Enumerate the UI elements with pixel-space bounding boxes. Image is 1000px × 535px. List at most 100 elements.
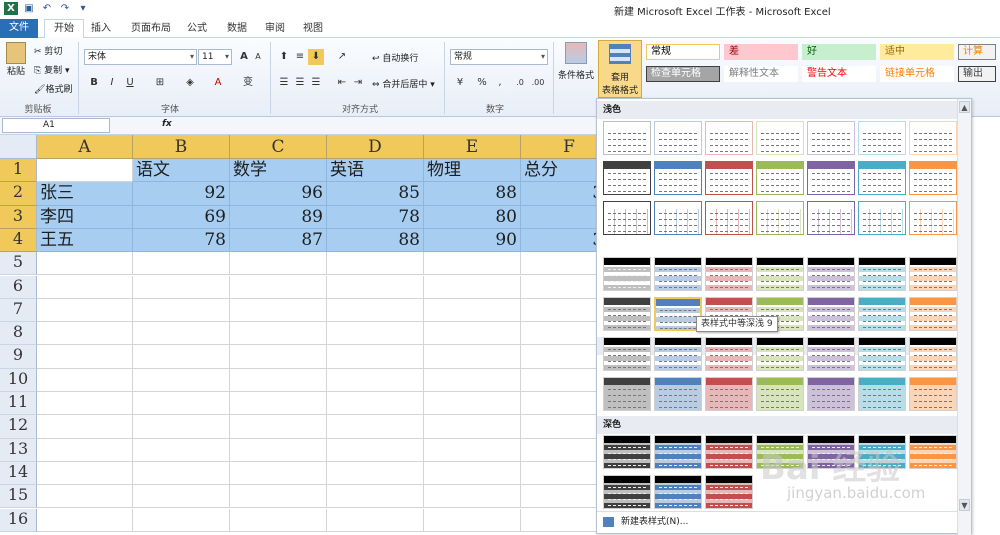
cell-a8[interactable] (37, 322, 133, 346)
cell-c3[interactable]: 89 (230, 205, 327, 229)
table-style-swatch[interactable] (807, 257, 855, 291)
row-header-10[interactable]: 10 (0, 368, 37, 392)
cell-a3[interactable]: 李四 (37, 205, 133, 229)
cell-b8[interactable] (133, 322, 230, 346)
table-style-swatch[interactable] (858, 337, 906, 371)
new-table-style-button[interactable]: 新建表样式(N)... (597, 511, 957, 533)
cell-style-6[interactable]: 解释性文本 (724, 66, 798, 82)
bold-button[interactable]: B (86, 75, 102, 91)
align-right-icon[interactable]: ☰ (308, 75, 324, 91)
cell-a14[interactable] (37, 461, 133, 486)
tab-view[interactable]: 视图 (294, 20, 332, 38)
cell-c6[interactable] (230, 275, 327, 299)
table-style-swatch[interactable] (858, 297, 906, 331)
cell-b7[interactable] (133, 298, 230, 323)
cell-style-7[interactable]: 警告文本 (802, 66, 876, 82)
table-style-swatch[interactable] (705, 377, 753, 411)
table-style-swatch[interactable] (807, 297, 855, 331)
cell-f4[interactable]: 34 (521, 228, 600, 253)
cell-d3[interactable]: 78 (327, 205, 424, 229)
cell-d1[interactable]: 英语 (327, 159, 424, 183)
cell-f13[interactable] (521, 439, 600, 462)
tab-formulas[interactable]: 公式 (178, 20, 216, 38)
scroll-up-icon[interactable]: ▲ (959, 101, 970, 113)
column-header-d[interactable]: D (327, 135, 424, 159)
cell-e12[interactable] (424, 415, 521, 439)
cell-a13[interactable] (37, 438, 133, 462)
table-style-swatch[interactable] (654, 475, 702, 509)
row-header-13[interactable]: 13 (0, 438, 37, 462)
table-style-swatch[interactable] (705, 257, 753, 291)
decrease-indent-icon[interactable]: ⇤ (334, 75, 350, 91)
border-icon[interactable]: ⊞ (152, 75, 168, 91)
shrink-font-button[interactable]: A (250, 49, 266, 65)
cell-style-9[interactable]: 输出 (958, 66, 996, 82)
table-style-swatch[interactable] (654, 201, 702, 235)
cell-style-3[interactable]: 适中 (880, 44, 954, 60)
cell-e14[interactable] (424, 461, 521, 486)
cell-style-5[interactable]: 检查单元格 (646, 66, 720, 82)
row-header-6[interactable]: 6 (0, 275, 37, 299)
cell-f9[interactable] (521, 345, 600, 369)
cell-a10[interactable] (37, 368, 133, 392)
row-header-1[interactable]: 1 (0, 159, 37, 183)
table-style-swatch[interactable] (807, 337, 855, 371)
row-header-3[interactable]: 3 (0, 205, 37, 229)
align-middle-icon[interactable]: ≡ (292, 49, 308, 65)
cell-d8[interactable] (327, 322, 424, 346)
cell-a15[interactable] (37, 485, 133, 509)
cell-f6[interactable] (521, 276, 600, 299)
cell-b1[interactable]: 语文 (133, 159, 230, 183)
table-style-swatch[interactable] (756, 121, 804, 155)
cell-c14[interactable] (230, 461, 327, 486)
cell-d7[interactable] (327, 298, 424, 323)
align-center-icon[interactable]: ☰ (292, 75, 308, 91)
cell-c16[interactable] (230, 508, 327, 532)
cell-b13[interactable] (133, 438, 230, 462)
save-icon[interactable]: ▣ (22, 2, 36, 15)
increase-decimal-icon[interactable]: .0 (512, 75, 528, 91)
cell-f10[interactable] (521, 369, 600, 392)
cell-e2[interactable]: 88 (424, 182, 521, 206)
table-style-swatch[interactable] (705, 121, 753, 155)
table-style-swatch[interactable] (654, 377, 702, 411)
row-header-11[interactable]: 11 (0, 392, 37, 416)
cell-c13[interactable] (230, 438, 327, 462)
column-header-e[interactable]: E (424, 135, 521, 159)
cell-e10[interactable] (424, 368, 521, 392)
cell-e7[interactable] (424, 298, 521, 323)
cell-b3[interactable]: 69 (133, 205, 230, 229)
undo-icon[interactable]: ↶ (40, 2, 54, 15)
table-style-swatch[interactable] (603, 475, 651, 509)
orientation-icon[interactable]: ↗ (334, 49, 350, 65)
table-style-swatch[interactable] (909, 121, 957, 155)
cell-style-2[interactable]: 好 (802, 44, 876, 60)
column-header-b[interactable]: B (133, 135, 230, 159)
italic-button[interactable]: I (104, 75, 120, 91)
wrap-text-button[interactable]: ↩ 自动换行 (372, 51, 418, 64)
cell-e15[interactable] (424, 485, 521, 509)
table-style-swatch[interactable] (756, 161, 804, 195)
number-format-select[interactable]: 常规 (450, 49, 548, 65)
tab-insert[interactable]: 插入 (82, 20, 120, 38)
cell-a2[interactable]: 张三 (37, 182, 133, 206)
cell-c7[interactable] (230, 298, 327, 323)
table-style-swatch[interactable] (909, 161, 957, 195)
gallery-scrollbar[interactable]: ▲ ▼ (957, 99, 971, 535)
cell-f8[interactable] (521, 322, 600, 346)
cell-b4[interactable]: 78 (133, 228, 230, 253)
table-style-swatch[interactable] (705, 201, 753, 235)
cell-b14[interactable] (133, 461, 230, 486)
cell-f14[interactable] (521, 462, 600, 486)
cell-d9[interactable] (327, 345, 424, 369)
table-style-swatch[interactable] (654, 337, 702, 371)
cell-b6[interactable] (133, 275, 230, 299)
conditional-format-button[interactable]: 条件格式 (556, 42, 596, 81)
cell-d14[interactable] (327, 461, 424, 486)
table-style-swatch[interactable] (654, 435, 702, 469)
cell-f2[interactable]: 36 (521, 182, 600, 206)
table-style-swatch[interactable] (654, 297, 702, 331)
select-all-corner[interactable] (0, 135, 37, 159)
phonetic-button[interactable]: 变 (240, 75, 256, 91)
row-header-7[interactable]: 7 (0, 298, 37, 323)
